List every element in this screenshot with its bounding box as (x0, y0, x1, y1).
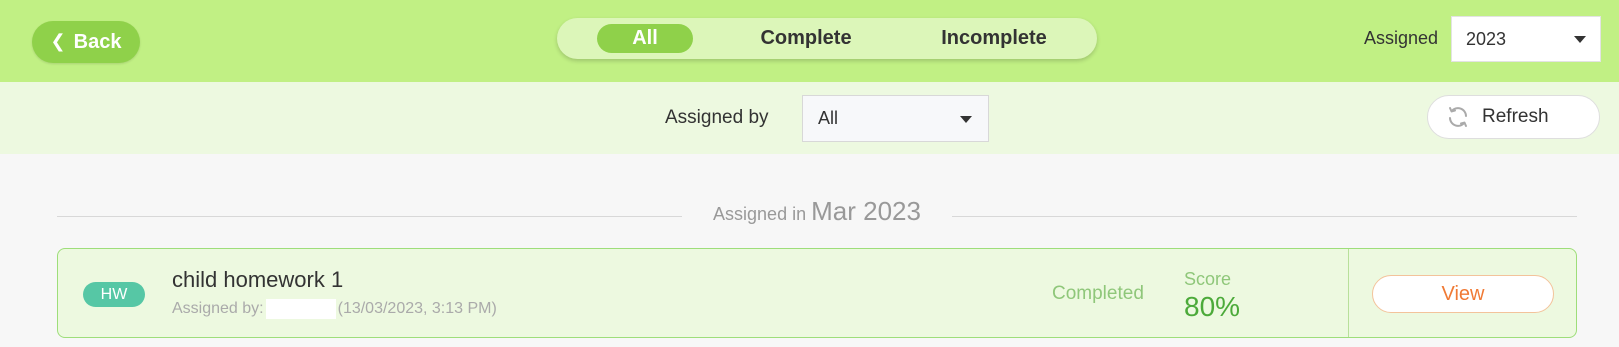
tab-complete[interactable]: Complete (733, 24, 879, 53)
top-bar: ❮ Back All Complete Incomplete Assigned … (0, 0, 1619, 82)
refresh-icon (1449, 107, 1467, 127)
redacted-name (265, 299, 336, 319)
homework-card: HW child homework 1 Assigned by: (13/03/… (57, 248, 1577, 338)
tab-all[interactable]: All (597, 24, 693, 53)
homework-assigned-info: Assigned by: (13/03/2023, 3:13 PM) (172, 299, 497, 319)
year-select-value: 2023 (1466, 28, 1507, 49)
assigned-by-prefix: Assigned by: (172, 300, 264, 317)
back-button[interactable]: ❮ Back (32, 21, 140, 63)
caret-down-icon (960, 116, 972, 123)
status-filter-tabs: All Complete Incomplete (557, 18, 1097, 59)
assigned-by-select[interactable]: All (802, 95, 989, 142)
view-button[interactable]: View (1372, 275, 1554, 313)
homework-status: Completed (1052, 283, 1144, 304)
homework-title: child homework 1 (172, 267, 344, 292)
card-divider (1348, 249, 1349, 337)
filter-bar: Assigned by All Refresh (0, 82, 1619, 154)
assigned-by-label: Assigned by (665, 107, 769, 128)
refresh-label: Refresh (1482, 106, 1549, 127)
assigned-datetime: (13/03/2023, 3:13 PM) (337, 300, 497, 317)
refresh-button[interactable]: Refresh (1427, 95, 1600, 139)
month-group-month: Mar 2023 (811, 196, 921, 226)
year-select[interactable]: 2023 (1451, 16, 1601, 62)
tab-incomplete[interactable]: Incomplete (913, 24, 1075, 53)
score-label: Score (1184, 269, 1232, 289)
score-value: 80% (1184, 291, 1241, 322)
month-group-prefix: Assigned in (713, 204, 807, 224)
assigned-year-label: Assigned (1364, 28, 1439, 48)
homework-type-badge: HW (83, 282, 145, 307)
assigned-by-value: All (818, 108, 839, 128)
month-group-header: Assigned in Mar 2023 (57, 196, 1577, 230)
caret-down-icon (1574, 36, 1586, 43)
chevron-left-icon: ❮ (50, 31, 66, 51)
back-label: Back (73, 30, 122, 53)
month-group-title: Assigned in Mar 2023 (57, 196, 1577, 227)
